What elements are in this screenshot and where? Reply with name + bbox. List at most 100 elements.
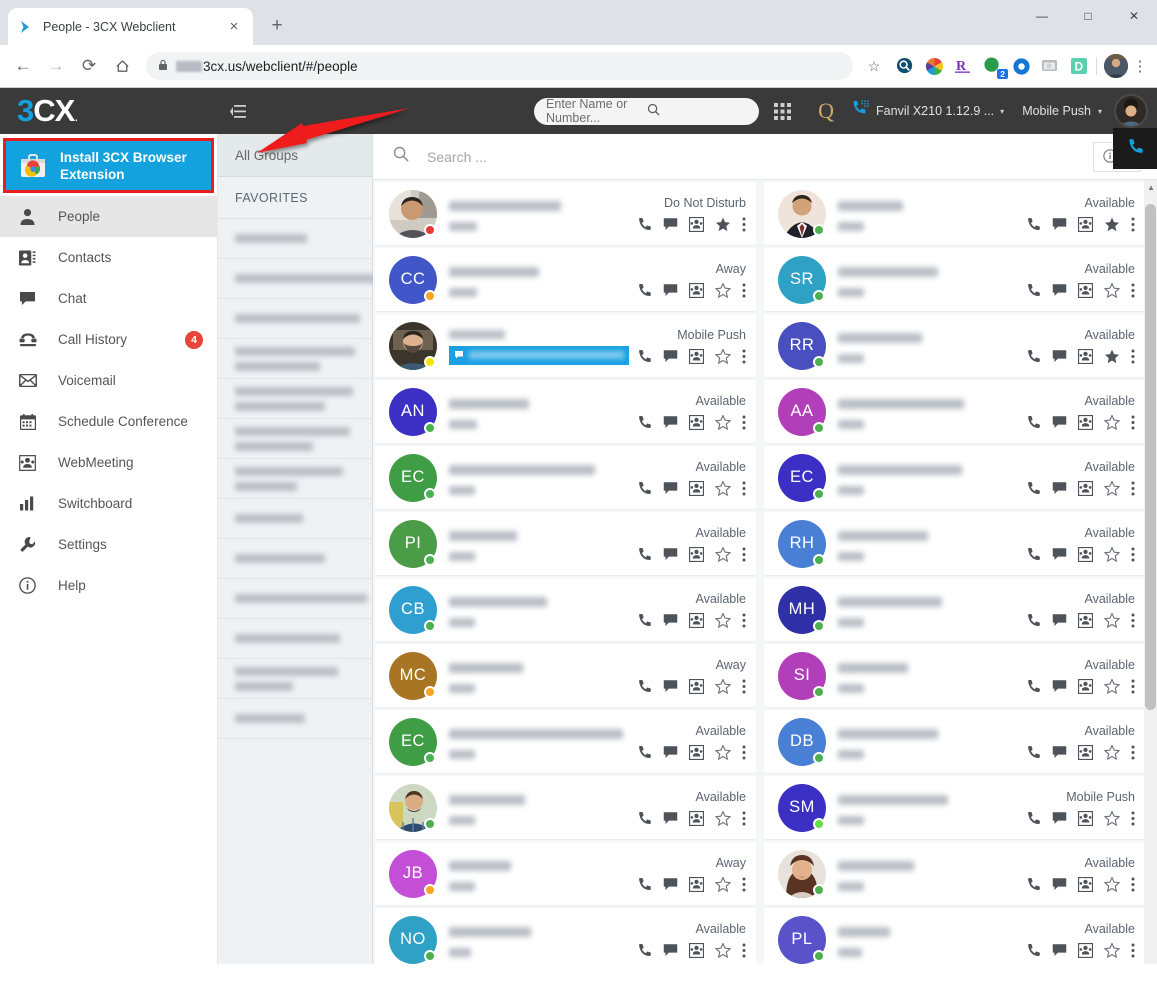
kebab-menu-icon[interactable] bbox=[1131, 877, 1135, 892]
favorite-star-icon[interactable] bbox=[715, 217, 731, 232]
call-icon[interactable] bbox=[1026, 415, 1041, 430]
chat-icon[interactable] bbox=[663, 415, 678, 429]
conference-icon[interactable] bbox=[1078, 810, 1093, 826]
conference-icon[interactable] bbox=[1078, 744, 1093, 760]
kebab-menu-icon[interactable] bbox=[1131, 481, 1135, 496]
contact-card[interactable]: Available bbox=[375, 776, 756, 840]
conference-icon[interactable] bbox=[1078, 216, 1093, 232]
conference-icon[interactable] bbox=[689, 546, 704, 562]
favorite-star-icon[interactable] bbox=[1104, 217, 1120, 232]
chat-icon[interactable] bbox=[663, 679, 678, 693]
conference-icon[interactable] bbox=[689, 414, 704, 430]
chat-icon[interactable] bbox=[1052, 547, 1067, 561]
favorite-star-icon[interactable] bbox=[1104, 876, 1120, 892]
favorite-star-icon[interactable] bbox=[1104, 810, 1120, 826]
call-icon[interactable] bbox=[637, 283, 652, 298]
bookmark-star-icon[interactable]: ☆ bbox=[862, 58, 886, 75]
r-extension-icon[interactable]: R bbox=[953, 56, 973, 76]
kebab-menu-icon[interactable] bbox=[1131, 745, 1135, 760]
conference-icon[interactable] bbox=[1078, 414, 1093, 430]
group-list-item[interactable] bbox=[218, 699, 372, 739]
sidebar-item-chat[interactable]: Chat bbox=[0, 278, 217, 319]
favorite-star-icon[interactable] bbox=[715, 876, 731, 892]
call-icon[interactable] bbox=[637, 547, 652, 562]
contact-card[interactable]: PL Available bbox=[764, 908, 1145, 964]
favorite-star-icon[interactable] bbox=[715, 282, 731, 298]
hamburger-icon[interactable] bbox=[218, 104, 258, 118]
chat-icon[interactable] bbox=[1052, 811, 1067, 825]
call-icon[interactable] bbox=[1026, 877, 1041, 892]
scrollbar-thumb[interactable] bbox=[1145, 204, 1156, 710]
reload-icon[interactable]: ⟳ bbox=[74, 51, 104, 81]
favorite-star-icon[interactable] bbox=[1104, 349, 1120, 364]
kebab-menu-icon[interactable] bbox=[742, 877, 746, 892]
call-icon[interactable] bbox=[637, 349, 652, 364]
chat-icon[interactable] bbox=[1052, 283, 1067, 297]
contact-card[interactable]: SI Available bbox=[764, 644, 1145, 708]
chat-icon[interactable] bbox=[663, 613, 678, 627]
contact-card[interactable]: NO Available bbox=[375, 908, 756, 964]
green-dot-extension-icon[interactable]: 2 bbox=[982, 56, 1008, 79]
apps-grid-icon[interactable] bbox=[759, 102, 805, 120]
floating-call-button[interactable] bbox=[1113, 128, 1157, 169]
conference-icon[interactable] bbox=[1078, 678, 1093, 694]
sidebar-item-contacts[interactable]: Contacts bbox=[0, 237, 217, 278]
call-icon[interactable] bbox=[1026, 283, 1041, 298]
contact-card[interactable]: MC Away bbox=[375, 644, 756, 708]
favorite-star-icon[interactable] bbox=[1104, 414, 1120, 430]
kebab-menu-icon[interactable] bbox=[742, 349, 746, 364]
cast-extension-icon[interactable] bbox=[1040, 56, 1060, 76]
group-list-item[interactable] bbox=[218, 299, 372, 339]
d-extension-icon[interactable]: D bbox=[1069, 56, 1089, 76]
favorite-star-icon[interactable] bbox=[715, 744, 731, 760]
favorite-star-icon[interactable] bbox=[1104, 282, 1120, 298]
kebab-menu-icon[interactable] bbox=[1131, 217, 1135, 232]
favorite-star-icon[interactable] bbox=[715, 810, 731, 826]
group-list-item[interactable] bbox=[218, 539, 372, 579]
sidebar-item-call-history[interactable]: Call History 4 bbox=[0, 319, 217, 360]
search-icon[interactable] bbox=[647, 103, 748, 119]
favorite-star-icon[interactable] bbox=[715, 348, 731, 364]
conference-icon[interactable] bbox=[689, 348, 704, 364]
sidebar-item-webmeeting[interactable]: WebMeeting bbox=[0, 442, 217, 483]
contact-card[interactable]: EC Available bbox=[375, 710, 756, 774]
kebab-menu-icon[interactable] bbox=[1131, 679, 1135, 694]
contact-card[interactable]: SR Available bbox=[764, 248, 1145, 312]
contact-search-bar[interactable]: Search ... H bbox=[373, 134, 1157, 180]
favorite-star-icon[interactable] bbox=[715, 942, 731, 958]
contact-card[interactable]: Mobile Push bbox=[375, 314, 756, 378]
chat-icon[interactable] bbox=[1052, 481, 1067, 495]
conference-icon[interactable] bbox=[689, 216, 704, 232]
favorite-star-icon[interactable] bbox=[715, 480, 731, 496]
conference-icon[interactable] bbox=[1078, 876, 1093, 892]
blue-ring-extension-icon[interactable] bbox=[1011, 56, 1031, 76]
contact-card[interactable]: Do Not Disturb bbox=[375, 182, 756, 246]
close-icon[interactable]: × bbox=[225, 18, 243, 36]
chevron-down-icon[interactable]: ▾ bbox=[1098, 107, 1102, 116]
contact-card[interactable]: Available bbox=[764, 842, 1145, 906]
chat-icon[interactable] bbox=[1052, 217, 1067, 231]
conference-icon[interactable] bbox=[1078, 282, 1093, 298]
group-list-item[interactable] bbox=[218, 259, 385, 299]
contact-card[interactable]: RH Available bbox=[764, 512, 1145, 576]
dial-search-input[interactable]: Enter Name or Number... bbox=[534, 97, 760, 125]
chat-icon[interactable] bbox=[663, 217, 678, 231]
conference-icon[interactable] bbox=[1078, 546, 1093, 562]
chat-icon[interactable] bbox=[1052, 943, 1067, 957]
call-icon[interactable] bbox=[637, 217, 652, 232]
favorite-star-icon[interactable] bbox=[715, 612, 731, 628]
chrome-profile-avatar[interactable] bbox=[1104, 54, 1128, 78]
window-close-icon[interactable]: ✕ bbox=[1111, 0, 1157, 32]
conference-icon[interactable] bbox=[689, 744, 704, 760]
kebab-menu-icon[interactable] bbox=[1131, 349, 1135, 364]
device-selector[interactable]: Fanvil X210 1.12.9 ... ▾ bbox=[851, 100, 1004, 122]
favorite-star-icon[interactable] bbox=[1104, 612, 1120, 628]
conference-icon[interactable] bbox=[689, 480, 704, 496]
presence-status-selector[interactable]: Mobile Push ▾ bbox=[1022, 104, 1102, 118]
kebab-menu-icon[interactable] bbox=[742, 613, 746, 628]
chat-icon[interactable] bbox=[663, 349, 678, 363]
conference-icon[interactable] bbox=[1078, 480, 1093, 496]
kebab-menu-icon[interactable] bbox=[742, 547, 746, 562]
favorite-star-icon[interactable] bbox=[1104, 942, 1120, 958]
forward-icon[interactable]: → bbox=[41, 51, 71, 81]
